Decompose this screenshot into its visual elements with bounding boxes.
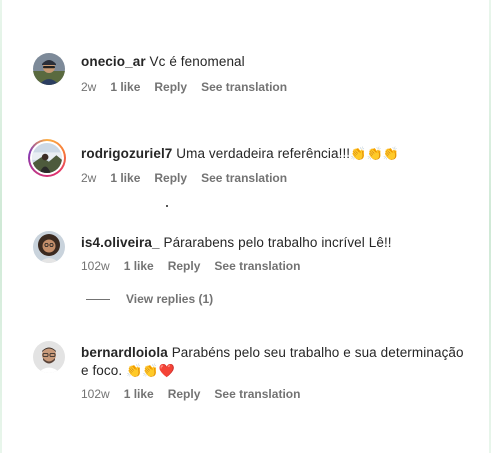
comment-meta: 2w 1 like Reply See translation [81, 170, 287, 186]
comment-body: bernardloiola Parabéns pelo seu trabalho… [81, 344, 481, 362]
comment-username[interactable]: onecio_ar [81, 54, 146, 69]
comment-text: Párarabens pelo trabalho incrível Lê!! [163, 235, 392, 250]
comment-username[interactable]: is4.oliveira_ [81, 235, 160, 250]
reply-button[interactable]: Reply [168, 386, 201, 402]
comment-meta: 102w 1 like Reply See translation [81, 386, 300, 402]
comment-body: onecio_ar Vc é fenomenal [81, 53, 245, 71]
separator-dot [166, 205, 168, 207]
avatar-man-glasses-icon[interactable] [33, 341, 65, 373]
comment-text-line2: e foco. [81, 363, 123, 378]
comment-username[interactable]: bernardloiola [81, 345, 168, 360]
frame-edge-left [0, 0, 2, 453]
comment-body: rodrigozuriel7 Uma verdadeira referência… [81, 145, 399, 163]
comment-username[interactable]: rodrigozuriel7 [81, 146, 172, 161]
comment-meta: 2w 1 like Reply See translation [81, 79, 287, 95]
comment-text-line1: Parabéns pelo seu trabalho e sua determi… [171, 345, 464, 360]
reply-button[interactable]: Reply [154, 79, 187, 95]
view-replies-button[interactable]: View replies (1) [86, 292, 213, 306]
comment-likes[interactable]: 1 like [124, 386, 154, 402]
see-translation-button[interactable]: See translation [201, 170, 287, 186]
comment-meta: 102w 1 like Reply See translation [81, 258, 300, 274]
avatar-landscape-icon[interactable] [28, 139, 66, 177]
clap-heart-emoji: 👏👏❤️ [126, 363, 175, 378]
comment-time[interactable]: 2w [81, 79, 96, 95]
comment-body: is4.oliveira_ Párarabens pelo trabalho i… [81, 234, 392, 252]
comment-time[interactable]: 102w [81, 386, 110, 402]
reply-button[interactable]: Reply [168, 258, 201, 274]
comment-text: Vc é fenomenal [149, 54, 245, 69]
reply-button[interactable]: Reply [154, 170, 187, 186]
comment-likes[interactable]: 1 like [124, 258, 154, 274]
see-translation-button[interactable]: See translation [214, 258, 300, 274]
comment-likes[interactable]: 1 like [110, 170, 140, 186]
see-translation-button[interactable]: See translation [214, 386, 300, 402]
comment-text: Uma verdadeira referência!!! [176, 146, 351, 161]
comment-body-line2: e foco. 👏👏❤️ [81, 362, 175, 380]
avatar-man-cap-icon[interactable] [33, 53, 65, 85]
view-replies-line [86, 298, 110, 300]
view-replies-label[interactable]: View replies (1) [126, 292, 213, 306]
clapping-hands-emoji: 👏👏👏 [350, 146, 400, 161]
comment-likes[interactable]: 1 like [110, 79, 140, 95]
comment-time[interactable]: 2w [81, 170, 96, 186]
avatar-woman-curly-icon[interactable] [33, 231, 65, 263]
comment-time[interactable]: 102w [81, 258, 110, 274]
see-translation-button[interactable]: See translation [201, 79, 287, 95]
